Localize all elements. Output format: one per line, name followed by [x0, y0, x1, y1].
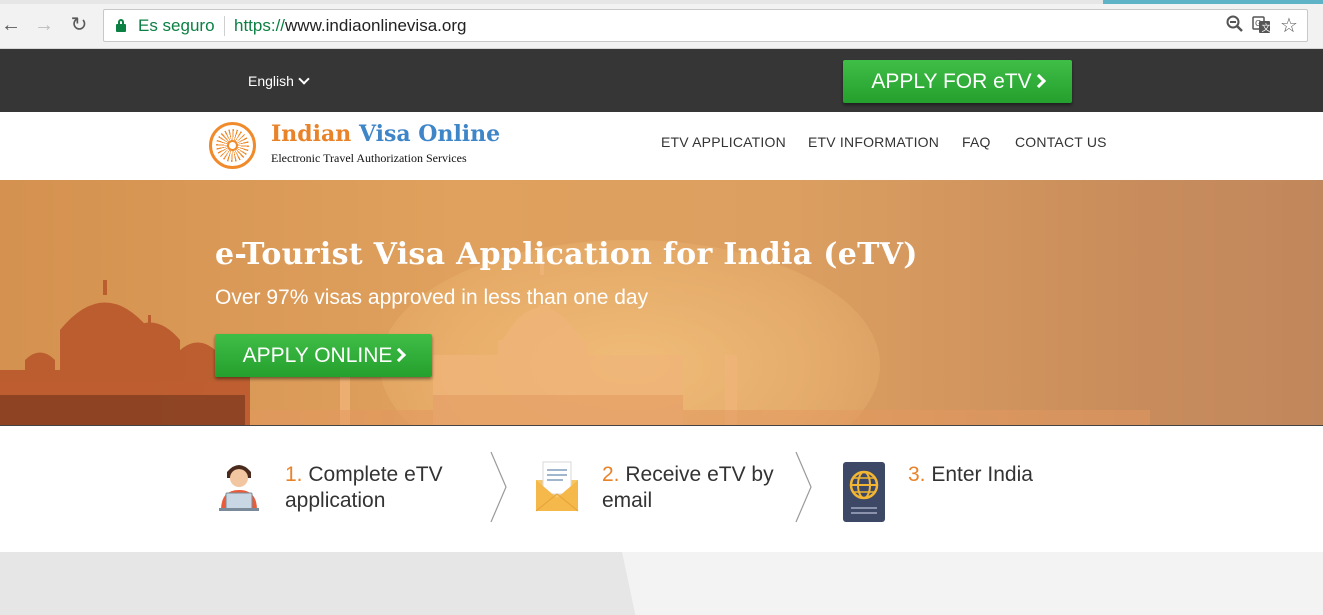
site-header: Indian Visa Online Electronic Travel Aut… — [0, 112, 1323, 180]
chevron-right-icon — [392, 347, 407, 363]
chevron-right-icon — [1031, 73, 1046, 89]
site-tagline: Electronic Travel Authorization Services — [271, 151, 467, 165]
step-1-text: 1. Complete eTV application — [285, 462, 443, 514]
url-text[interactable]: https://www.indiaonlinevisa.org — [234, 16, 466, 36]
step-1-line2: application — [285, 489, 386, 512]
step-3-number: 3. — [908, 463, 926, 486]
reload-icon[interactable]: ↻ — [68, 14, 90, 36]
zoom-icon[interactable] — [1224, 15, 1246, 37]
active-tab[interactable] — [1103, 0, 1323, 4]
language-label: English — [248, 73, 294, 89]
top-bar: English APPLY FOR eTV — [0, 49, 1323, 112]
url-host: www.indiaonlinevisa.org — [285, 16, 467, 35]
step-1-line1: Complete eTV — [308, 463, 443, 486]
translate-icon[interactable]: 文G — [1251, 15, 1273, 37]
hero-subtitle: Over 97% visas approved in less than one… — [215, 286, 649, 309]
step-separator-chevron — [795, 451, 812, 523]
nav-etv-application[interactable]: ETV APPLICATION — [661, 134, 786, 150]
person-laptop-icon — [217, 460, 261, 517]
apply-for-etv-label: APPLY FOR eTV — [871, 70, 1032, 93]
brand-word-indian: Indian — [271, 121, 352, 147]
browser-toolbar: ← → ↻ Es seguro https://www.indiaonlinev… — [0, 0, 1323, 49]
step-3-text: 3. Enter India — [908, 462, 1033, 488]
step-separator-chevron — [490, 451, 507, 523]
svg-text:文: 文 — [1262, 22, 1271, 34]
lock-icon[interactable] — [116, 19, 126, 32]
back-icon[interactable]: ← — [0, 14, 22, 36]
nav-contact-us[interactable]: CONTACT US — [1015, 134, 1107, 150]
envelope-icon — [535, 460, 579, 517]
step-2-line1: Receive eTV by — [625, 463, 774, 486]
nav-faq[interactable]: FAQ — [962, 134, 991, 150]
bottom-section — [0, 552, 1323, 615]
tab-strip — [0, 0, 1323, 4]
step-3-line1: Enter India — [931, 463, 1033, 486]
apply-online-label: APPLY ONLINE — [242, 344, 393, 367]
address-divider — [224, 16, 225, 36]
step-2-number: 2. — [602, 463, 620, 486]
site-logo-text[interactable]: Indian Visa Online — [271, 121, 500, 147]
step-2-text: 2. Receive eTV by email — [602, 462, 774, 514]
ashoka-chakra-logo-icon[interactable] — [209, 122, 256, 169]
passport-icon — [842, 461, 886, 528]
url-scheme: https:// — [234, 16, 286, 35]
hero-banner: e-Tourist Visa Application for India (eT… — [0, 180, 1323, 426]
nav-etv-information[interactable]: ETV INFORMATION — [808, 134, 939, 150]
step-2-line2: email — [602, 489, 653, 512]
forward-icon[interactable]: → — [33, 14, 55, 36]
brand-word-visa-online: Visa Online — [358, 121, 501, 147]
language-selector[interactable]: English — [248, 73, 310, 89]
chevron-down-icon — [298, 73, 310, 85]
secure-label[interactable]: Es seguro — [138, 16, 215, 36]
step-1-number: 1. — [285, 463, 303, 486]
svg-text:G: G — [1255, 19, 1261, 28]
taj-mahal-silhouette-image — [0, 255, 1150, 426]
hero-title: e-Tourist Visa Application for India (eT… — [215, 237, 918, 272]
apply-online-button[interactable]: APPLY ONLINE — [215, 334, 432, 377]
steps-section: 1. Complete eTV application 2. Receive e… — [0, 426, 1323, 552]
apply-for-etv-button[interactable]: APPLY FOR eTV — [843, 60, 1072, 103]
address-bar[interactable]: Es seguro https://www.indiaonlinevisa.or… — [103, 9, 1308, 42]
bookmark-star-icon[interactable]: ☆ — [1278, 15, 1300, 37]
bottom-angled-panel — [622, 552, 1323, 615]
